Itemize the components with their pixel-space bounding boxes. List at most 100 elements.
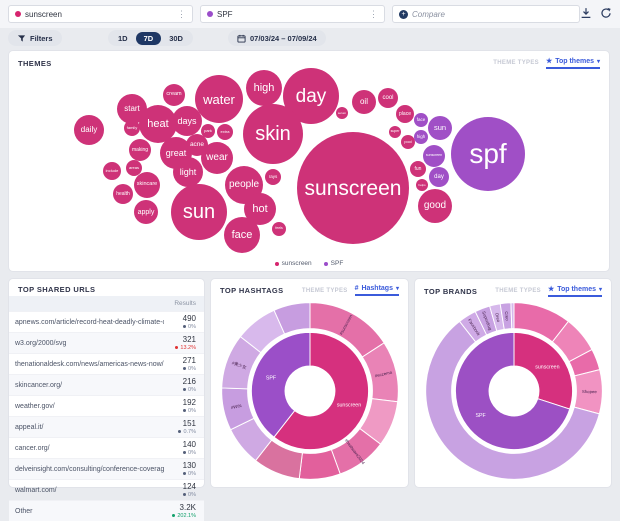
selector-label: Hashtags (361, 285, 393, 292)
shared-url-link[interactable]: weather.gov/ (9, 396, 164, 417)
panel-title: TOP SHARED URLS (18, 285, 95, 294)
theme-bubble-sun[interactable]: sun (171, 184, 227, 240)
theme-bubble-cream[interactable]: cream (163, 84, 185, 106)
results-value: 490 (170, 314, 196, 323)
table-row[interactable]: thenationaldesk.com/news/americas-news-n… (9, 354, 204, 375)
theme-bubble-good[interactable]: good (418, 189, 452, 223)
results-cell: 1920% (164, 396, 204, 417)
trend-badge: 0% (183, 492, 196, 498)
range-button-7d[interactable]: 7D (136, 32, 162, 45)
theme-bubble-park[interactable]: park (201, 124, 215, 138)
theme-bubble-serum[interactable]: serum (336, 107, 348, 119)
theme-bubble-wear[interactable]: wear (201, 142, 233, 174)
table-row[interactable]: cancer.org/1400% (9, 438, 204, 459)
trend-badge: 0.7% (178, 429, 196, 435)
top-shared-urls-panel: TOP SHARED URLS Results apnews.com/artic… (8, 278, 205, 488)
theme-bubble-fun[interactable]: fun (410, 161, 426, 177)
query-color-dot (207, 11, 213, 17)
theme-bubble-helps[interactable]: helps (416, 179, 428, 191)
shared-urls-table: Results apnews.com/article/record-heat-d… (9, 296, 204, 521)
theme-bubble-sunscreen[interactable]: sunscreen (423, 145, 445, 167)
download-icon[interactable] (580, 7, 592, 19)
theme-bubble-skin[interactable]: skin (243, 104, 303, 164)
results-value: 3.2K (170, 503, 196, 512)
legend-dot (275, 262, 279, 266)
theme-bubble-cool[interactable]: cool (378, 88, 398, 108)
theme-bubble-family[interactable]: family (124, 120, 140, 136)
range-button-1d[interactable]: 1D (110, 32, 136, 45)
theme-bubble-high[interactable]: high (246, 70, 282, 106)
theme-bubble-feels[interactable]: feels (272, 222, 286, 236)
results-value: 151 (170, 419, 196, 428)
table-row[interactable]: apnews.com/article/record-heat-deadly-cl… (9, 312, 204, 333)
theme-bubble-place[interactable]: place (396, 105, 414, 123)
query-pill-sunscreen[interactable]: sunscreen ⋮ (8, 5, 193, 23)
add-compare-icon: + (399, 10, 408, 19)
trend-badge: 0% (183, 366, 196, 372)
query-pill-spf[interactable]: SPF ⋮ (200, 5, 385, 23)
sunburst-segment[interactable] (511, 303, 514, 329)
theme-bubble-oil[interactable]: oil (352, 90, 376, 114)
theme-bubble-day[interactable]: day (429, 167, 449, 187)
hashtag-icon: # (355, 285, 359, 292)
theme-bubble-making[interactable]: making (129, 139, 151, 161)
themes-panel: THEMES THEME TYPES ★ Top themes ▾ dailys… (8, 50, 610, 272)
theme-bubble-rays[interactable]: rays (265, 169, 281, 185)
theme-bubble-light[interactable]: light (173, 157, 203, 187)
theme-bubble-extra[interactable]: extra (217, 124, 233, 140)
results-value: 271 (170, 356, 196, 365)
theme-bubble-super[interactable]: super (389, 126, 401, 138)
kebab-menu-icon[interactable]: ⋮ (177, 9, 186, 20)
table-row[interactable]: walmart.com/1240% (9, 480, 204, 501)
theme-bubble-spf[interactable]: spf (451, 117, 525, 191)
theme-bubble-water[interactable]: water (195, 75, 243, 123)
url-column-header (9, 296, 164, 312)
shared-url-link[interactable]: apnews.com/article/record-heat-deadly-cl… (9, 312, 164, 333)
theme-bubble-include[interactable]: include (103, 162, 121, 180)
shared-url-link[interactable]: thenationaldesk.com/news/americas-news-n… (9, 354, 164, 375)
theme-bubble-apply[interactable]: apply (134, 200, 158, 224)
shared-url-link[interactable]: Other (9, 501, 164, 521)
range-button-30d[interactable]: 30D (161, 32, 191, 45)
theme-bubble-pool[interactable]: pool (401, 135, 415, 149)
query-label: sunscreen (25, 10, 62, 19)
shared-url-link[interactable]: w3.org/2000/svg (9, 333, 164, 354)
theme-bubble-high[interactable]: high (414, 130, 428, 144)
shared-url-link[interactable]: walmart.com/ (9, 480, 164, 501)
compare-input[interactable]: + Compare (392, 5, 580, 23)
theme-bubble-health[interactable]: health (113, 184, 133, 204)
results-cell: 1400% (164, 438, 204, 459)
results-cell: 32113.2% (164, 333, 204, 354)
trend-dot-icon (183, 388, 186, 391)
table-row[interactable]: delveinsight.com/consulting/conference-c… (9, 459, 204, 480)
shared-url-link[interactable]: appeal.it/ (9, 417, 164, 438)
theme-bubble-face[interactable]: face (414, 113, 428, 127)
date-range-button[interactable]: 07/03/24 – 07/09/24 (228, 30, 326, 46)
theme-bubble-daily[interactable]: daily (74, 115, 104, 145)
theme-types-label: THEME TYPES (302, 288, 348, 294)
theme-bubble-face[interactable]: face (224, 217, 260, 253)
theme-bubble-sun[interactable]: sun (428, 116, 452, 140)
results-cell: 2160% (164, 375, 204, 396)
filters-button[interactable]: Filters (8, 30, 62, 46)
trend-dot-icon (175, 346, 178, 349)
trend-badge: 13.2% (175, 345, 196, 351)
date-range-label: 07/03/24 – 07/09/24 (250, 34, 317, 43)
table-row[interactable]: weather.gov/1920% (9, 396, 204, 417)
table-row[interactable]: w3.org/2000/svg32113.2% (9, 333, 204, 354)
table-row[interactable]: Other3.2K202.1% (9, 501, 204, 521)
table-row[interactable]: skincancer.org/2160% (9, 375, 204, 396)
query-color-dot (15, 11, 21, 17)
trend-badge: 0% (183, 324, 196, 330)
table-row[interactable]: appeal.it/1510.7% (9, 417, 204, 438)
results-cell: 1510.7% (164, 417, 204, 438)
shared-url-link[interactable]: cancer.org/ (9, 438, 164, 459)
kebab-menu-icon[interactable]: ⋮ (369, 9, 378, 20)
theme-bubble-sunscreen[interactable]: sunscreen (297, 132, 409, 244)
shared-url-link[interactable]: delveinsight.com/consulting/conference-c… (9, 459, 164, 480)
date-range-segment: 1D7D30D (108, 30, 193, 46)
theme-bubble-skincare[interactable]: skincare (134, 172, 160, 198)
shared-url-link[interactable]: skincancer.org/ (9, 375, 164, 396)
refresh-icon[interactable] (600, 7, 612, 19)
theme-types-label: THEME TYPES (495, 288, 541, 294)
